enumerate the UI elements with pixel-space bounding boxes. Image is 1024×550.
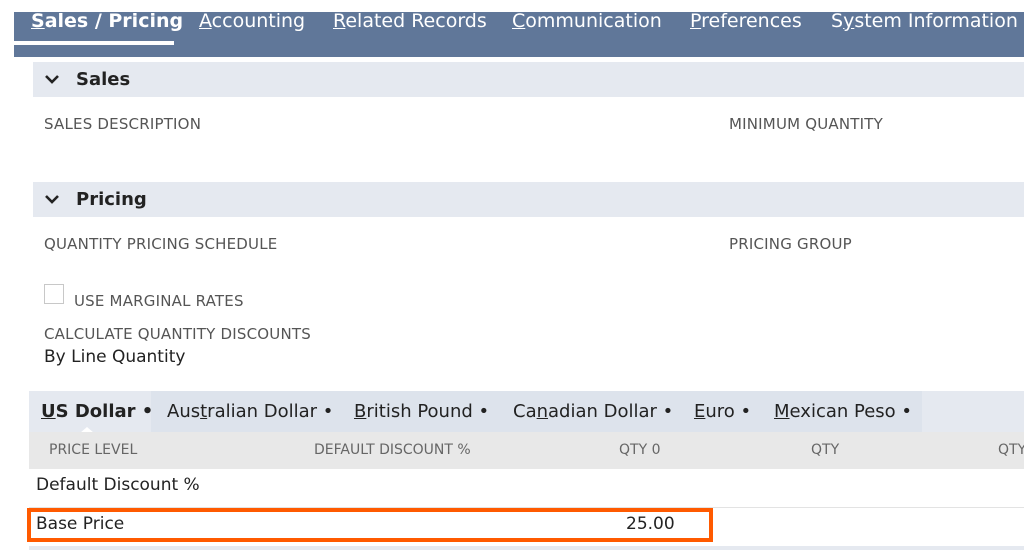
pricing-group-label: PRICING GROUP [729, 235, 852, 253]
currency-tab-us-dollar[interactable]: US Dollar • [41, 401, 153, 422]
tab-preferences[interactable]: Preferences [690, 10, 802, 32]
sales-description-label: SALES DESCRIPTION [44, 115, 202, 133]
column-header-default-discount: DEFAULT DISCOUNT % [314, 442, 471, 458]
price-table-header [29, 432, 1024, 469]
tab-accounting[interactable]: Accounting [199, 10, 305, 32]
tab-related-records[interactable]: Related Records [333, 10, 487, 32]
calculate-quantity-discounts-value: By Line Quantity [44, 347, 186, 367]
currency-tab-australian-dollar[interactable]: Australian Dollar • [167, 401, 333, 422]
price-level-cell: Default Discount % [36, 475, 200, 495]
table-row[interactable]: Base Price 25.00 [29, 508, 1024, 547]
section-header-sales[interactable]: Sales [33, 62, 1024, 97]
use-marginal-rates-checkbox[interactable] [44, 284, 64, 304]
active-tab-indicator [14, 41, 174, 45]
column-header-price-level: PRICE LEVEL [49, 442, 138, 458]
qty0-price-cell[interactable]: 25.00 [626, 514, 675, 534]
column-header-qty: QTY [811, 442, 840, 458]
section-title-sales: Sales [76, 69, 131, 90]
price-level-cell: Base Price [36, 514, 125, 534]
currency-tab-euro[interactable]: Euro • [694, 401, 751, 422]
tab-system-information[interactable]: System Information [831, 10, 1018, 32]
calculate-quantity-discounts-label: CALCULATE QUANTITY DISCOUNTS [44, 325, 311, 343]
tab-sales-pricing[interactable]: Sales / Pricing [31, 10, 183, 32]
chevron-down-icon [45, 75, 59, 84]
tab-communication[interactable]: Communication [512, 10, 662, 32]
column-header-qty-2: QTY [998, 442, 1024, 458]
quantity-pricing-schedule-label: QUANTITY PRICING SCHEDULE [44, 235, 278, 253]
chevron-down-icon [45, 195, 59, 204]
currency-tab-canadian-dollar[interactable]: Canadian Dollar • [513, 401, 673, 422]
currency-tab-british-pound[interactable]: British Pound • [354, 401, 489, 422]
table-bottom-strip [29, 546, 1024, 550]
minimum-quantity-label: MINIMUM QUANTITY [729, 115, 884, 133]
currency-tab-mexican-peso[interactable]: Mexican Peso • [774, 401, 912, 422]
section-header-pricing[interactable]: Pricing [33, 182, 1024, 217]
section-title-pricing: Pricing [76, 189, 147, 210]
use-marginal-rates-label: USE MARGINAL RATES [74, 292, 244, 310]
table-row[interactable]: Default Discount % [29, 469, 1024, 508]
column-header-qty-0: QTY 0 [619, 442, 661, 458]
